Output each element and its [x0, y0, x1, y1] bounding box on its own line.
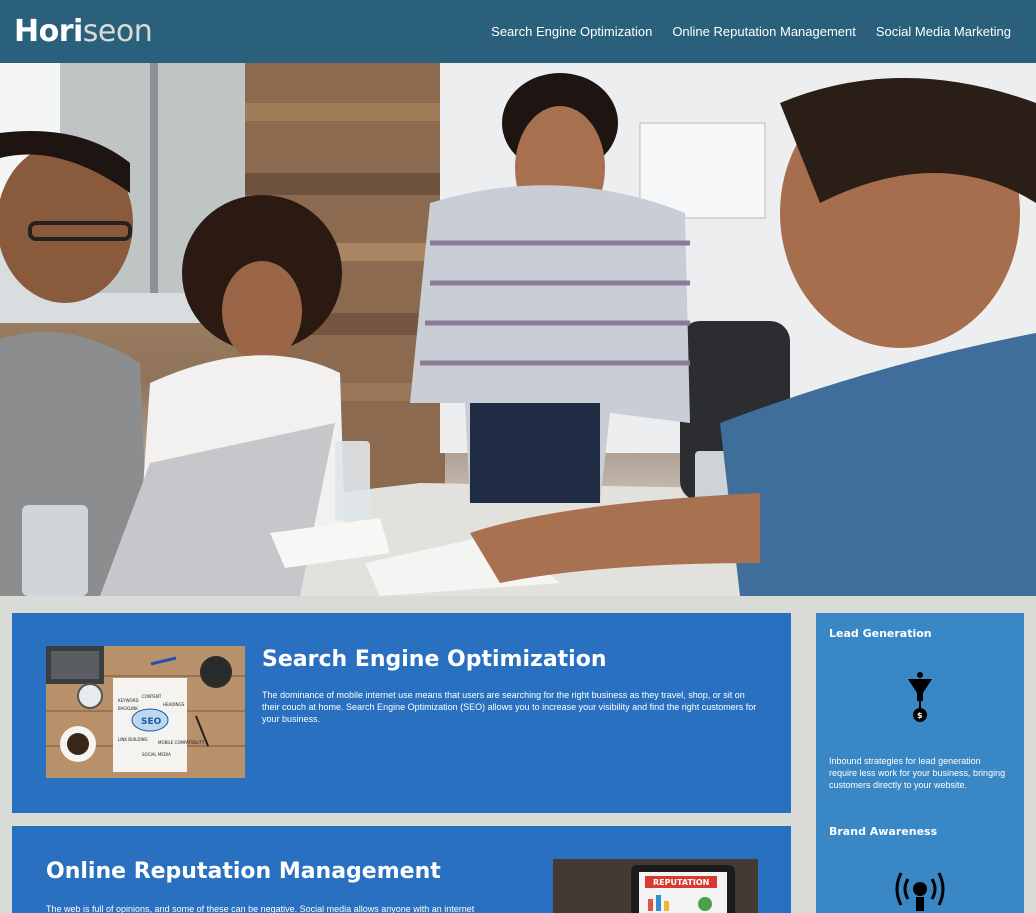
seo-word-seo: SEO [141, 717, 162, 727]
brand-awareness-title: Brand Awareness [829, 825, 938, 838]
seo-desk-illustration: SEO CONTENT KEYWORD BACKLINK HEADINGS LI… [46, 646, 245, 778]
svg-text:$: $ [917, 711, 923, 720]
reputation-thumbnail: REPUTATION [553, 859, 758, 913]
seo-word-mobile: MOBILE COMPATIBILITY [158, 740, 205, 745]
seo-word-link-building: LINK BUILDING [118, 737, 148, 742]
main-nav: Search Engine Optimization Online Reputa… [491, 24, 1022, 39]
seo-word-headings: HEADINGS [163, 702, 185, 707]
content-card-reputation: Online Reputation Management The web is … [12, 826, 791, 913]
reputation-word: REPUTATION [653, 878, 709, 887]
content-card-seo: SEO CONTENT KEYWORD BACKLINK HEADINGS LI… [12, 613, 791, 813]
logo-accent: seon [82, 14, 153, 49]
seo-word-backlink: BACKLINK [118, 706, 138, 711]
reputation-tablet-illustration: REPUTATION [553, 859, 758, 913]
lead-generation-icon: $ [905, 671, 935, 730]
nav-link-seo[interactable]: Search Engine Optimization [491, 24, 652, 39]
lead-generation-title: Lead Generation [829, 627, 932, 640]
reputation-description: The web is full of opinions, and some of… [46, 904, 475, 913]
brand-awareness-icon [895, 869, 945, 913]
nav-link-reputation[interactable]: Online Reputation Management [672, 24, 856, 39]
seo-description: The dominance of mobile internet use mea… [262, 690, 757, 724]
site-logo[interactable]: Horiseon [14, 14, 153, 49]
logo-main: Hori [14, 14, 83, 49]
seo-word-keyword: KEYWORD [118, 698, 139, 703]
site-header: Horiseon Search Engine Optimization Onli… [0, 0, 1036, 63]
hero-image [0, 63, 1036, 596]
hero-meeting-illustration [0, 63, 1036, 596]
seo-word-content: CONTENT [142, 694, 162, 699]
seo-thumbnail: SEO CONTENT KEYWORD BACKLINK HEADINGS LI… [46, 646, 245, 778]
reputation-title: Online Reputation Management [46, 859, 441, 884]
sidebar-benefits: Lead Generation $ Inbound strategies for… [816, 613, 1024, 913]
nav-link-social-media[interactable]: Social Media Marketing [876, 24, 1011, 39]
lead-generation-description: Inbound strategies for lead generation r… [829, 756, 1006, 790]
seo-word-social: SOCIAL MEDIA [142, 752, 171, 757]
seo-title: Search Engine Optimization [262, 647, 607, 672]
